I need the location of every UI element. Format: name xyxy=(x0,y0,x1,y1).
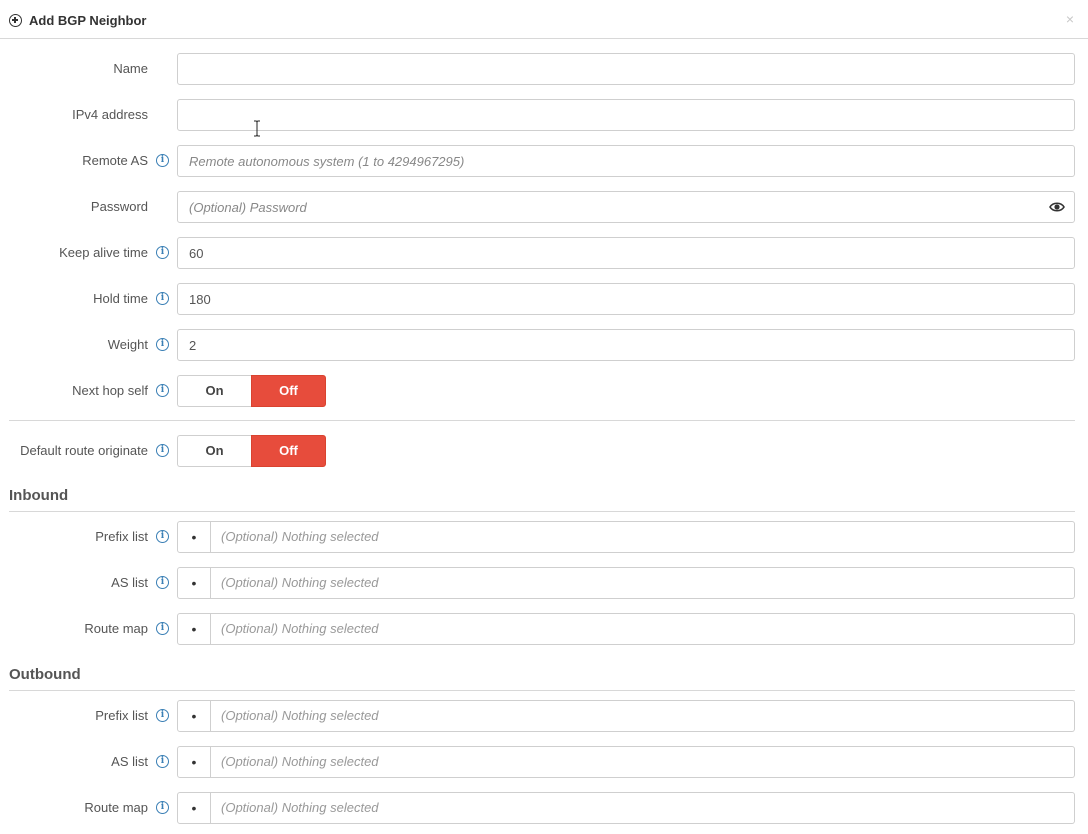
default-route-row: Default route originate i On Off xyxy=(0,435,1088,467)
outbound-heading: Outbound xyxy=(9,666,81,683)
remote-as-input[interactable] xyxy=(177,145,1075,177)
keep-alive-input[interactable] xyxy=(177,237,1075,269)
inbound-as-list-label: AS list xyxy=(111,575,148,590)
default-route-on-button[interactable]: On xyxy=(177,435,251,467)
outbound-prefix-list-row: Prefix list i • (Optional) Nothing selec… xyxy=(0,700,1088,732)
info-icon[interactable]: i xyxy=(156,530,169,543)
inbound-route-map-mode-button[interactable]: • xyxy=(177,613,211,645)
name-row: Name xyxy=(0,53,1088,85)
divider xyxy=(9,420,1075,421)
ipv4-row: IPv4 address xyxy=(0,99,1088,131)
info-icon[interactable]: i xyxy=(156,338,169,351)
info-icon[interactable]: i xyxy=(156,246,169,259)
password-input[interactable] xyxy=(177,191,1075,223)
info-icon[interactable]: i xyxy=(156,292,169,305)
weight-label: Weight xyxy=(107,337,148,352)
hold-time-row: Hold time i xyxy=(0,283,1088,315)
remote-as-label: Remote AS xyxy=(82,153,148,168)
info-icon[interactable]: i xyxy=(156,755,169,768)
info-icon[interactable]: i xyxy=(156,384,169,397)
ipv4-label: IPv4 address xyxy=(72,107,148,122)
inbound-route-map-row: Route map i • (Optional) Nothing selecte… xyxy=(0,613,1088,645)
outbound-route-map-row: Route map i • (Optional) Nothing selecte… xyxy=(0,792,1088,824)
next-hop-self-label: Next hop self xyxy=(72,383,148,398)
inbound-as-list-mode-button[interactable]: • xyxy=(177,567,211,599)
close-icon[interactable]: × xyxy=(1066,11,1074,27)
weight-row: Weight i xyxy=(0,329,1088,361)
outbound-prefix-list-label: Prefix list xyxy=(95,708,148,723)
text-cursor-icon xyxy=(254,120,260,137)
outbound-as-list-label: AS list xyxy=(111,754,148,769)
inbound-prefix-list-select[interactable]: (Optional) Nothing selected xyxy=(211,521,1075,553)
info-icon[interactable]: i xyxy=(156,154,169,167)
inbound-route-map-label: Route map xyxy=(84,621,148,636)
outbound-route-map-select[interactable]: (Optional) Nothing selected xyxy=(211,792,1075,824)
info-icon[interactable]: i xyxy=(156,444,169,457)
inbound-prefix-list-row: Prefix list i • (Optional) Nothing selec… xyxy=(0,521,1088,553)
info-icon[interactable]: i xyxy=(156,801,169,814)
hold-time-label: Hold time xyxy=(93,291,148,306)
outbound-prefix-list-select[interactable]: (Optional) Nothing selected xyxy=(211,700,1075,732)
name-label: Name xyxy=(113,61,148,76)
inbound-as-list-select[interactable]: (Optional) Nothing selected xyxy=(211,567,1075,599)
next-hop-self-off-button[interactable]: Off xyxy=(251,375,326,407)
outbound-as-list-row: AS list i • (Optional) Nothing selected xyxy=(0,746,1088,778)
next-hop-self-row: Next hop self i On Off xyxy=(0,375,1088,407)
remote-as-row: Remote AS i xyxy=(0,145,1088,177)
inbound-route-map-select[interactable]: (Optional) Nothing selected xyxy=(211,613,1075,645)
inbound-heading: Inbound xyxy=(9,487,69,504)
dialog-header: Add BGP Neighbor × xyxy=(0,0,1088,39)
info-icon[interactable]: i xyxy=(156,622,169,635)
outbound-divider xyxy=(9,690,1075,691)
password-row: Password xyxy=(0,191,1088,223)
weight-input[interactable] xyxy=(177,329,1075,361)
dialog-title: Add BGP Neighbor xyxy=(29,13,147,28)
info-icon[interactable]: i xyxy=(156,709,169,722)
keep-alive-label: Keep alive time xyxy=(59,245,148,260)
outbound-route-map-mode-button[interactable]: • xyxy=(177,792,211,824)
next-hop-self-toggle: On Off xyxy=(177,375,326,407)
inbound-prefix-list-label: Prefix list xyxy=(95,529,148,544)
hold-time-input[interactable] xyxy=(177,283,1075,315)
inbound-as-list-row: AS list i • (Optional) Nothing selected xyxy=(0,567,1088,599)
eye-icon[interactable] xyxy=(1049,200,1065,214)
next-hop-self-on-button[interactable]: On xyxy=(177,375,251,407)
keep-alive-row: Keep alive time i xyxy=(0,237,1088,269)
default-route-off-button[interactable]: Off xyxy=(251,435,326,467)
outbound-route-map-label: Route map xyxy=(84,800,148,815)
outbound-prefix-list-mode-button[interactable]: • xyxy=(177,700,211,732)
ipv4-input[interactable] xyxy=(177,99,1075,131)
inbound-divider xyxy=(9,511,1075,512)
outbound-as-list-select[interactable]: (Optional) Nothing selected xyxy=(211,746,1075,778)
add-circle-icon xyxy=(9,14,22,27)
outbound-as-list-mode-button[interactable]: • xyxy=(177,746,211,778)
password-label: Password xyxy=(90,199,148,214)
default-route-label: Default route originate xyxy=(20,443,148,458)
info-icon[interactable]: i xyxy=(156,576,169,589)
default-route-toggle: On Off xyxy=(177,435,326,467)
name-input[interactable] xyxy=(177,53,1075,85)
inbound-prefix-list-mode-button[interactable]: • xyxy=(177,521,211,553)
